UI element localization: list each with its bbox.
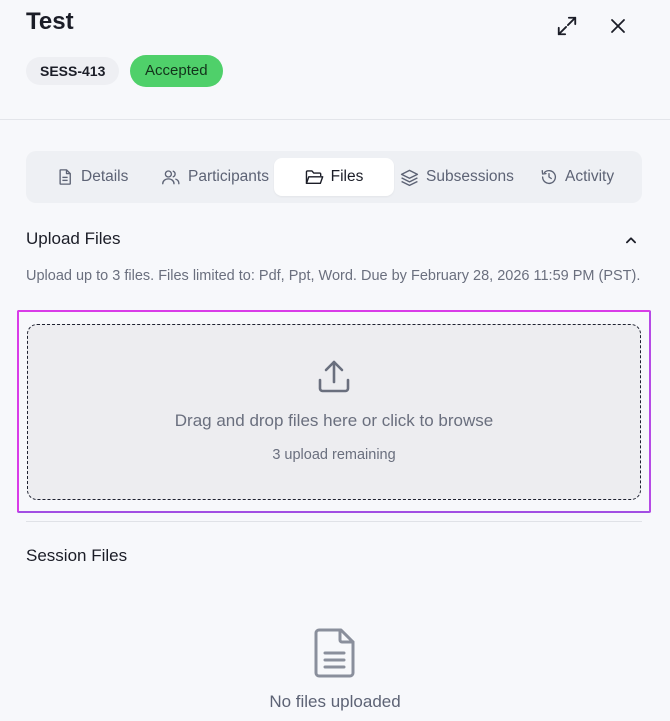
layers-icon bbox=[400, 169, 419, 186]
tab-label: Participants bbox=[188, 168, 269, 185]
session-files-title: Session Files bbox=[26, 546, 128, 565]
dropzone-text: Drag and drop files here or click to bro… bbox=[174, 411, 494, 430]
close-icon bbox=[611, 19, 625, 33]
folder-open-icon bbox=[305, 169, 324, 184]
collapse-upload-button[interactable] bbox=[620, 229, 642, 251]
tab-activity[interactable]: Activity bbox=[530, 158, 624, 196]
close-button[interactable] bbox=[604, 12, 632, 40]
tab-details[interactable]: Details bbox=[46, 158, 138, 196]
expand-button[interactable] bbox=[553, 12, 581, 40]
tab-bar: Details Participants Files Subsessions A… bbox=[26, 151, 642, 203]
upload-icon bbox=[318, 360, 350, 393]
page-title: Test bbox=[26, 8, 74, 35]
tab-label: Subsessions bbox=[426, 168, 514, 185]
tab-subsessions[interactable]: Subsessions bbox=[390, 158, 524, 196]
document-icon bbox=[59, 169, 71, 185]
upload-hint: Upload up to 3 files. Files limited to: … bbox=[26, 268, 641, 284]
upload-remaining-text: 3 upload remaining bbox=[272, 447, 396, 463]
empty-files-text: No files uploaded bbox=[269, 692, 401, 711]
tab-label: Details bbox=[81, 168, 129, 185]
tab-label: Files bbox=[330, 168, 364, 185]
history-icon bbox=[541, 169, 557, 185]
upload-section-title: Upload Files bbox=[26, 229, 121, 248]
panel-header: Test SESS-413 Accepted bbox=[0, 0, 670, 120]
tab-label: Activity bbox=[565, 168, 615, 185]
divider bbox=[26, 521, 642, 522]
tab-participants[interactable]: Participants bbox=[151, 158, 279, 196]
users-icon bbox=[162, 170, 180, 185]
tab-files[interactable]: Files bbox=[274, 158, 394, 196]
session-id-badge: SESS-413 bbox=[26, 57, 120, 85]
expand-arrows-icon bbox=[557, 16, 577, 36]
file-document-icon bbox=[314, 628, 355, 678]
status-badge: Accepted bbox=[130, 55, 223, 87]
chevron-up-icon bbox=[626, 237, 636, 244]
